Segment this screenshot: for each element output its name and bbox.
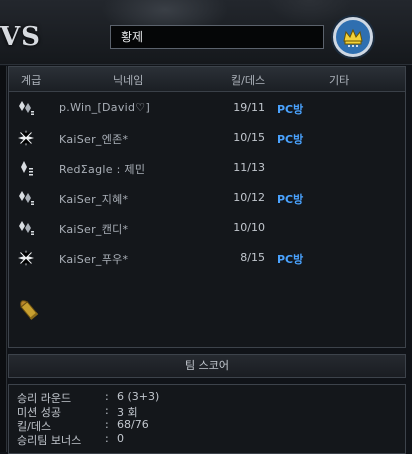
player-list: p.Win_[David♡] 19/11 PC방 KaiSer_엔존* 10/1… [9,93,405,273]
player-kill-death: 19/11 [233,101,265,114]
player-kill-death: 11/13 [233,161,265,174]
team-score-bar: 팀 스코어 [8,354,406,378]
header-kill-death: 킬/데스 [231,74,266,87]
pc-room-badge: PC방 [277,133,304,146]
table-row[interactable]: KaiSer_캔디* 10/10 [9,213,405,243]
player-nickname: RedΣagle : 제민 [59,163,146,176]
pc-room-badge: PC방 [277,193,304,206]
team-letters: VS [0,22,41,52]
player-result-panel: 계급 닉네임 킬/데스 기타 p.Win_[David♡] 19/11 PC방 … [8,66,406,348]
table-row[interactable]: KaiSer_지혜* 10/12 PC방 [9,183,405,213]
header-other: 기타 [329,74,350,87]
stat-value: 68/76 [117,418,149,431]
player-nickname: KaiSer_지혜* [59,193,129,206]
header-nickname: 닉네임 [113,74,144,87]
table-row[interactable]: RedΣagle : 제민 11/13 [9,153,405,183]
star-burst-rank-icon [18,250,34,266]
table-row[interactable]: KaiSer_엔존* 10/15 PC방 [9,123,405,153]
pc-room-badge: PC방 [277,103,304,116]
player-name-box: 황제 [110,25,324,49]
table-row[interactable]: p.Win_[David♡] 19/11 PC방 [9,93,405,123]
stat-value: 6 (3+3) [117,390,160,403]
table-header: 계급 닉네임 킬/데스 기타 [9,67,405,92]
player-nickname: KaiSer_푸우* [59,253,129,266]
player-kill-death: 10/15 [233,131,265,144]
stat-label: 승리팀 보너스 [17,434,82,447]
team-stats-panel: 승리 라운드 : 6 (3+3) 미션 성공 : 3 회 킬/데스 : 68/7… [8,384,406,454]
player-nickname: KaiSer_캔디* [59,223,129,236]
diamond-rank-icon [19,221,34,235]
header-rank: 계급 [21,74,42,87]
player-nickname: p.Win_[David♡] [59,101,151,114]
player-kill-death: 10/10 [233,221,265,234]
stat-value: 0 [117,432,124,445]
diamond-rank-icon [19,101,34,115]
diamond-bars-rank-icon [21,161,33,176]
stat-colon: : [105,432,109,445]
player-nickname: KaiSer_엔존* [59,133,129,146]
stat-colon: : [105,404,109,417]
diamond-rank-icon [19,191,34,205]
stat-colon: : [105,418,109,431]
player-kill-death: 10/12 [233,191,265,204]
star-burst-rank-icon [18,130,34,146]
player-kill-death: 8/15 [240,251,265,264]
stat-colon: : [105,390,109,403]
top-banner: VS 황제 [0,0,412,65]
bullet-icon [20,300,39,320]
clan-crown-emblem-icon [333,17,373,57]
table-row[interactable]: KaiSer_푸우* 8/15 PC방 [9,243,405,273]
pc-room-badge: PC방 [277,253,304,266]
left-edge-strip [0,66,7,452]
